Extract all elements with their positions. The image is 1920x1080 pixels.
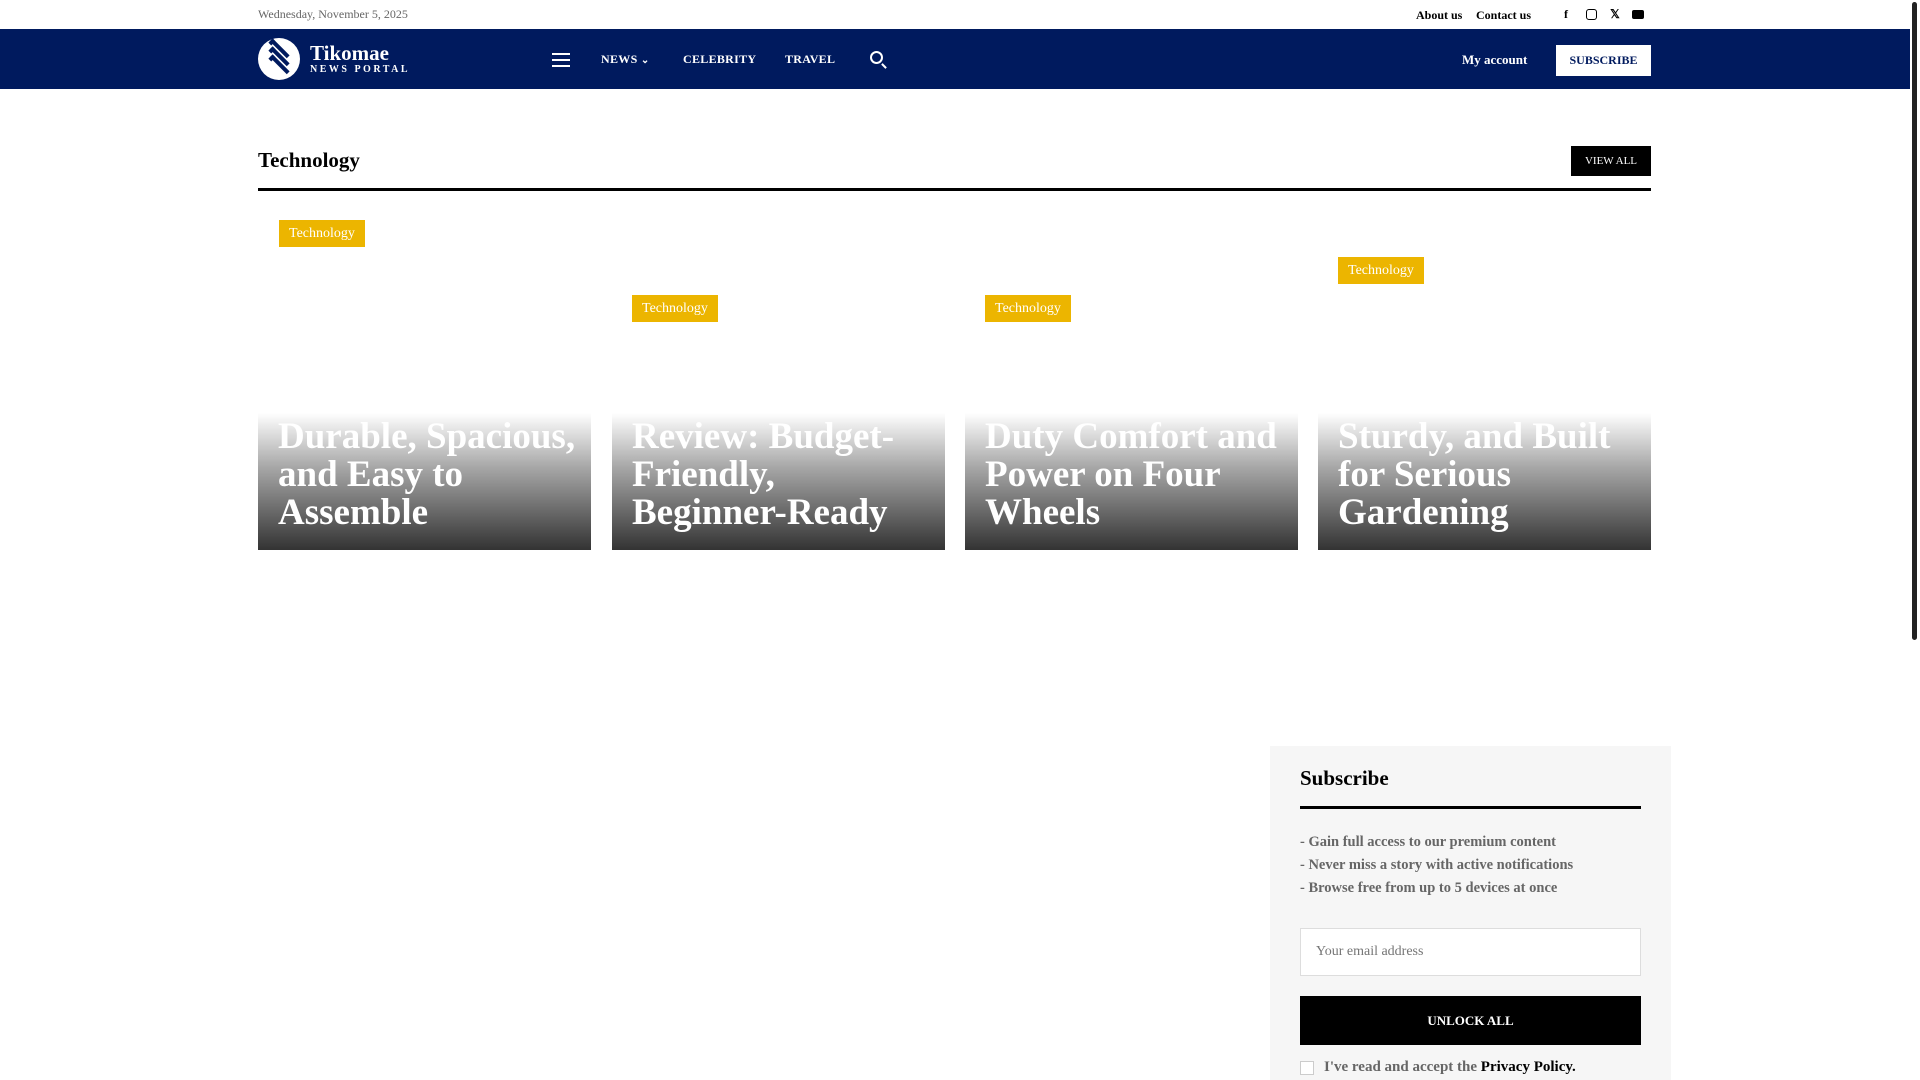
menu-icon[interactable] xyxy=(552,53,570,67)
chevron-down-icon: ⌄ xyxy=(640,55,650,66)
article-title[interactable]: Review: Budget-Friendly, Beginner-Ready xyxy=(632,418,931,532)
x-icon[interactable]: 𝕏 xyxy=(1607,6,1623,22)
article-title[interactable]: Duty Comfort and Power on Four Wheels xyxy=(985,418,1284,532)
category-tag[interactable]: Technology xyxy=(1338,257,1424,284)
unlock-all-button[interactable]: UNLOCK ALL xyxy=(1300,996,1641,1045)
about-us-link[interactable]: About us xyxy=(1416,8,1462,23)
benefit-item: - Never miss a story with active notific… xyxy=(1300,857,1574,873)
search-icon[interactable] xyxy=(870,51,883,64)
article-card[interactable]: Technology Sturdy, and Built for Serious… xyxy=(1318,210,1651,550)
subscribe-divider xyxy=(1300,806,1641,809)
benefit-item: - Gain full access to our premium conten… xyxy=(1300,834,1557,850)
category-tag[interactable]: Technology xyxy=(632,295,718,322)
contact-us-link[interactable]: Contact us xyxy=(1476,8,1531,23)
benefit-item: - Browse free from up to 5 devices at on… xyxy=(1300,880,1558,896)
article-card[interactable]: Technology Durable, Spacious, and Easy t… xyxy=(258,210,591,550)
logo-name: Tikomae xyxy=(310,40,389,65)
nav-celebrity[interactable]: CELEBRITY xyxy=(683,52,756,67)
subscribe-title: Subscribe xyxy=(1300,766,1389,790)
nav-news[interactable]: NEWS ⌄ xyxy=(601,52,650,67)
article-title[interactable]: Sturdy, and Built for Serious Gardening xyxy=(1338,418,1637,532)
section-divider xyxy=(258,188,1651,191)
facebook-icon[interactable]: f xyxy=(1558,6,1574,22)
view-all-button[interactable]: VIEW ALL xyxy=(1571,146,1651,176)
category-tag[interactable]: Technology xyxy=(279,220,365,247)
article-title[interactable]: Durable, Spacious, and Easy to Assemble xyxy=(278,418,577,532)
scrollbar-thumb[interactable] xyxy=(1912,2,1917,640)
current-date: Wednesday, November 5, 2025 xyxy=(258,7,408,21)
youtube-icon[interactable] xyxy=(1630,6,1646,22)
email-input[interactable] xyxy=(1300,928,1641,976)
article-card[interactable]: Technology Review: Budget-Friendly, Begi… xyxy=(612,210,945,550)
logo-icon xyxy=(258,38,300,80)
section-title: Technology xyxy=(258,148,360,172)
article-card[interactable]: Technology Duty Comfort and Power on Fou… xyxy=(965,210,1298,550)
accept-checkbox[interactable] xyxy=(1300,1061,1314,1075)
my-account-link[interactable]: My account xyxy=(1462,52,1527,68)
category-tag[interactable]: Technology xyxy=(985,295,1071,322)
privacy-policy-link[interactable]: Privacy Policy xyxy=(1481,1059,1572,1075)
logo-subtitle: NEWS PORTAL xyxy=(310,63,411,75)
nav-travel[interactable]: TRAVEL xyxy=(785,52,835,67)
accept-label: I've read and accept the Privacy Policy. xyxy=(1324,1059,1576,1075)
instagram-icon[interactable] xyxy=(1583,6,1599,22)
site-logo[interactable]: Tikomae NEWS PORTAL xyxy=(258,38,410,80)
subscribe-button[interactable]: SUBSCRIBE xyxy=(1556,45,1651,76)
